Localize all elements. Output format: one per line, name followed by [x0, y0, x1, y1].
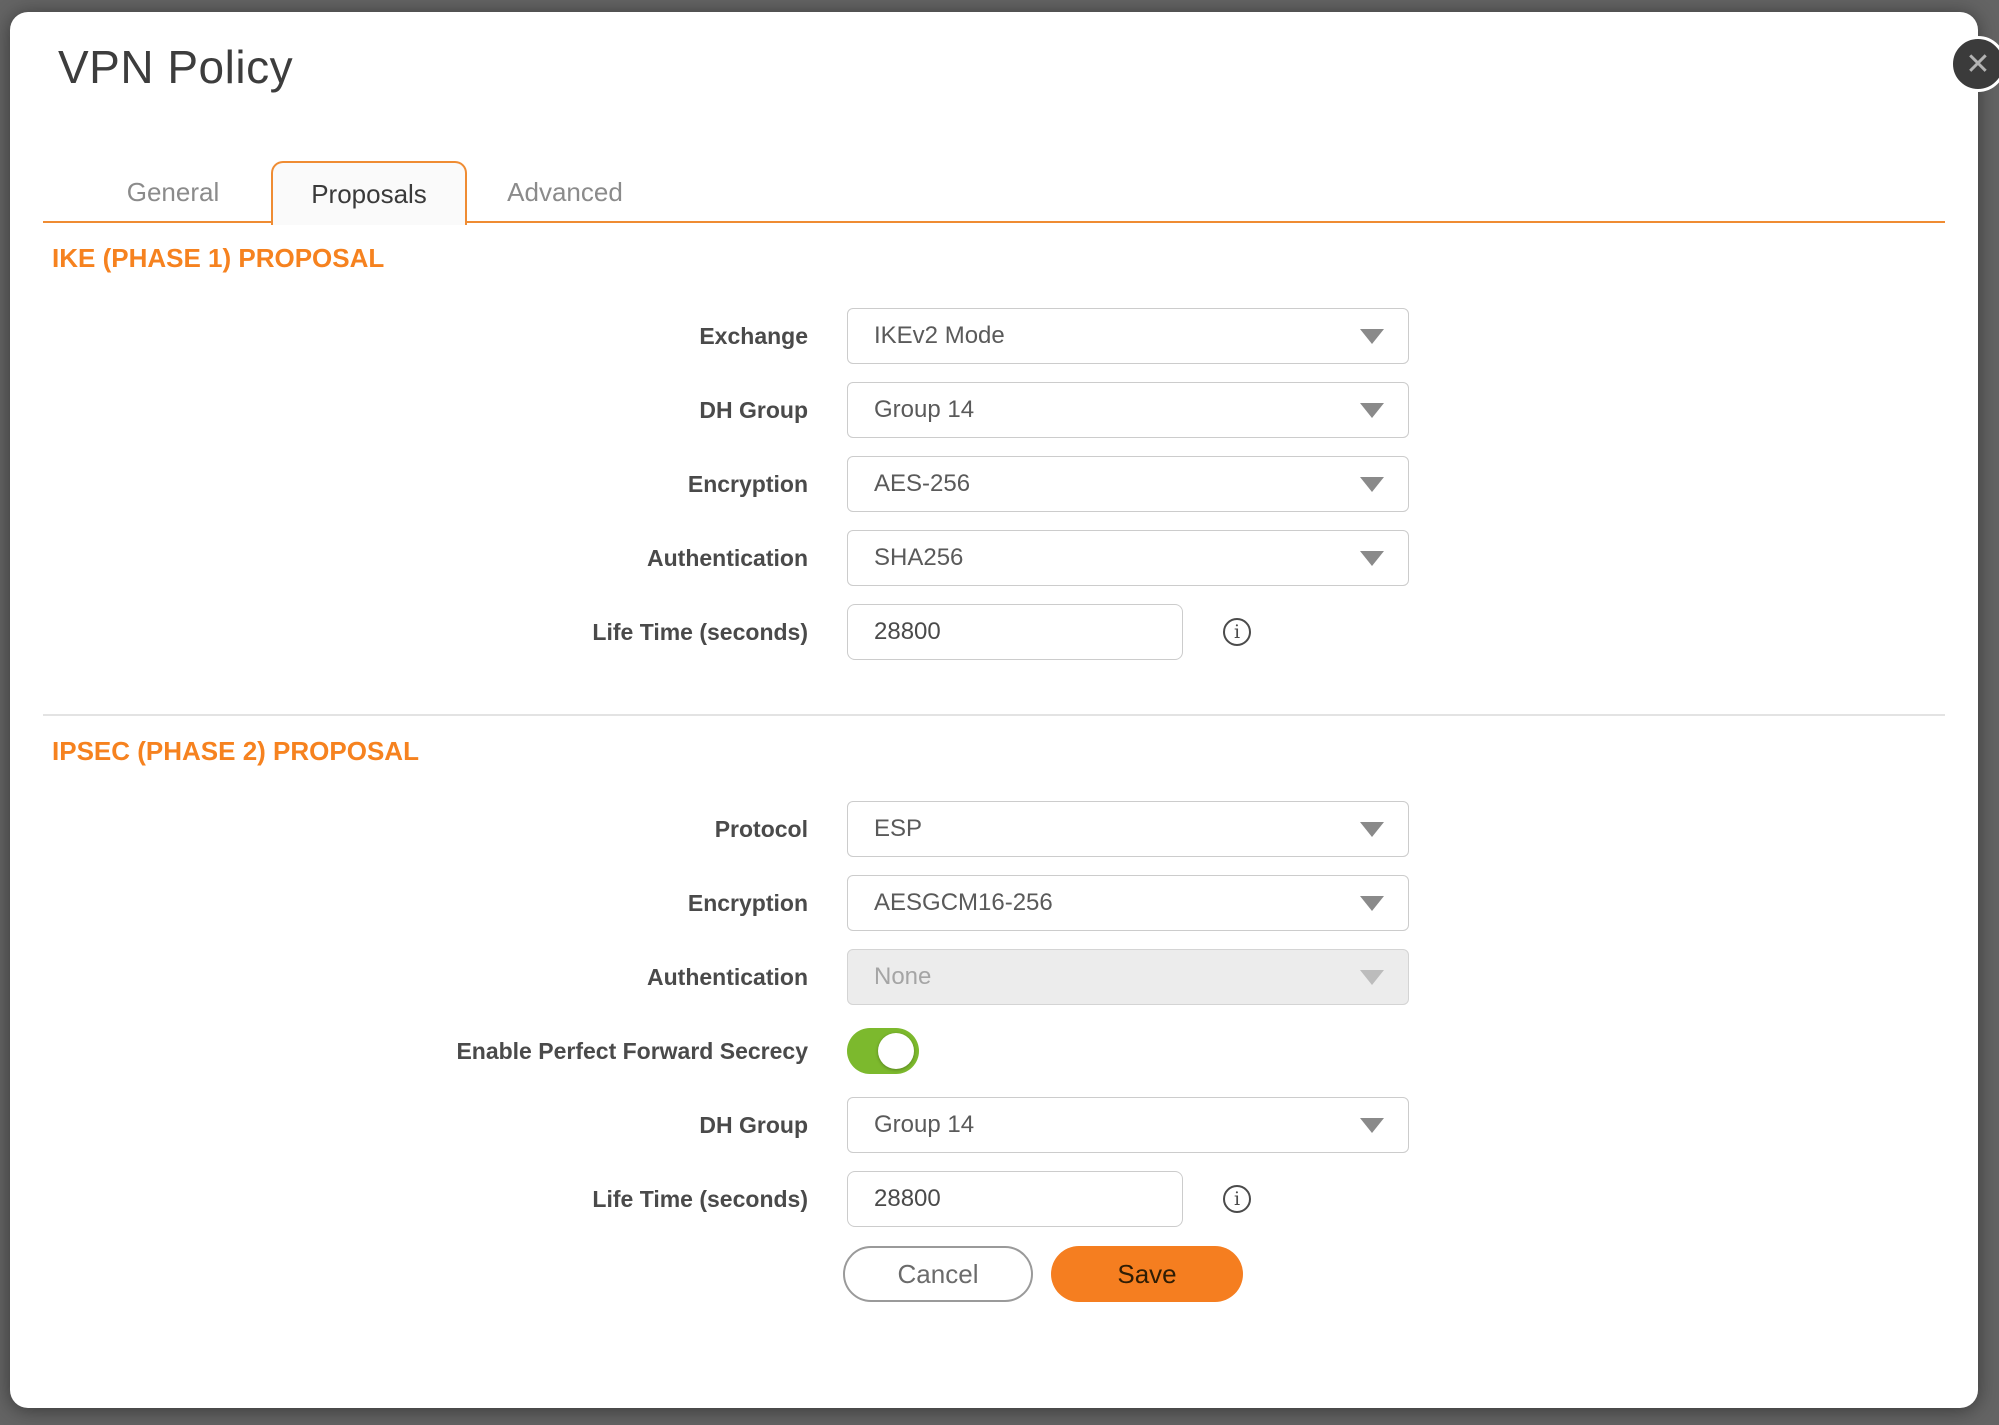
close-icon[interactable]: ✕: [1950, 36, 1999, 92]
dh-group-p2-value: Group 14: [874, 1111, 1360, 1139]
dh-group-value: Group 14: [874, 396, 1360, 424]
tab-bar: General Proposals Advanced: [43, 161, 1945, 223]
section-divider: [43, 714, 1945, 716]
info-icon[interactable]: i: [1223, 618, 1251, 646]
dh-group-p2-dropdown[interactable]: Group 14: [847, 1097, 1409, 1153]
life-time-input[interactable]: [847, 604, 1183, 660]
encryption-value: AES-256: [874, 470, 1360, 498]
encryption-p2-value: AESGCM16-256: [874, 889, 1360, 917]
chevron-down-icon: [1360, 477, 1384, 492]
tab-advanced[interactable]: Advanced: [467, 161, 663, 223]
dh-group-label: DH Group: [10, 397, 808, 424]
chevron-down-icon: [1360, 1118, 1384, 1133]
authentication-p2-dropdown-disabled: None: [847, 949, 1409, 1005]
chevron-down-icon: [1360, 896, 1384, 911]
chevron-down-icon: [1360, 551, 1384, 566]
field-row-life-time-p2: Life Time (seconds) i: [10, 1171, 1978, 1227]
field-row-encryption: Encryption AES-256: [10, 456, 1978, 512]
chevron-down-icon: [1360, 822, 1384, 837]
life-time-label: Life Time (seconds): [10, 619, 808, 646]
authentication-dropdown[interactable]: SHA256: [847, 530, 1409, 586]
tab-proposals[interactable]: Proposals: [271, 161, 467, 225]
cancel-button[interactable]: Cancel: [843, 1246, 1033, 1302]
phase1-fields: Exchange IKEv2 Mode DH Group Group 14 En…: [10, 308, 1978, 660]
chevron-down-icon: [1360, 403, 1384, 418]
chevron-down-icon: [1360, 329, 1384, 344]
tab-general[interactable]: General: [75, 161, 271, 223]
exchange-label: Exchange: [10, 323, 808, 350]
field-row-life-time: Life Time (seconds) i: [10, 604, 1978, 660]
encryption-label: Encryption: [10, 471, 808, 498]
phase2-fields: Protocol ESP Encryption AESGCM16-256 Aut…: [10, 801, 1978, 1227]
exchange-value: IKEv2 Mode: [874, 322, 1360, 350]
ipsec-phase2-heading: IPSEC (PHASE 2) PROPOSAL: [52, 736, 1978, 767]
field-row-exchange: Exchange IKEv2 Mode: [10, 308, 1978, 364]
pfs-label: Enable Perfect Forward Secrecy: [10, 1038, 808, 1065]
field-row-dh-group: DH Group Group 14: [10, 382, 1978, 438]
vpn-policy-dialog: ✕ VPN Policy General Proposals Advanced …: [10, 12, 1978, 1408]
encryption-p2-label: Encryption: [10, 890, 808, 917]
chevron-down-icon: [1360, 970, 1384, 985]
dh-group-dropdown[interactable]: Group 14: [847, 382, 1409, 438]
encryption-p2-dropdown[interactable]: AESGCM16-256: [847, 875, 1409, 931]
protocol-value: ESP: [874, 815, 1360, 843]
field-row-pfs: Enable Perfect Forward Secrecy: [10, 1023, 1978, 1079]
field-row-encryption-p2: Encryption AESGCM16-256: [10, 875, 1978, 931]
toggle-knob: [878, 1033, 914, 1069]
dh-group-p2-label: DH Group: [10, 1112, 808, 1139]
protocol-dropdown[interactable]: ESP: [847, 801, 1409, 857]
life-time-p2-label: Life Time (seconds): [10, 1186, 808, 1213]
life-time-p2-input[interactable]: [847, 1171, 1183, 1227]
exchange-dropdown[interactable]: IKEv2 Mode: [847, 308, 1409, 364]
authentication-label: Authentication: [10, 545, 808, 572]
page-title: VPN Policy: [58, 40, 1978, 94]
field-row-protocol: Protocol ESP: [10, 801, 1978, 857]
protocol-label: Protocol: [10, 816, 808, 843]
encryption-dropdown[interactable]: AES-256: [847, 456, 1409, 512]
authentication-p2-label: Authentication: [10, 964, 808, 991]
field-row-authentication: Authentication SHA256: [10, 530, 1978, 586]
save-button[interactable]: Save: [1051, 1246, 1243, 1302]
ike-phase1-heading: IKE (PHASE 1) PROPOSAL: [52, 243, 1978, 274]
pfs-toggle[interactable]: [847, 1028, 919, 1074]
authentication-p2-value: None: [874, 963, 1360, 991]
field-row-dh-group-p2: DH Group Group 14: [10, 1097, 1978, 1153]
authentication-value: SHA256: [874, 544, 1360, 572]
field-row-authentication-p2: Authentication None: [10, 949, 1978, 1005]
info-icon[interactable]: i: [1223, 1185, 1251, 1213]
dialog-actions: Cancel Save: [843, 1246, 1978, 1302]
